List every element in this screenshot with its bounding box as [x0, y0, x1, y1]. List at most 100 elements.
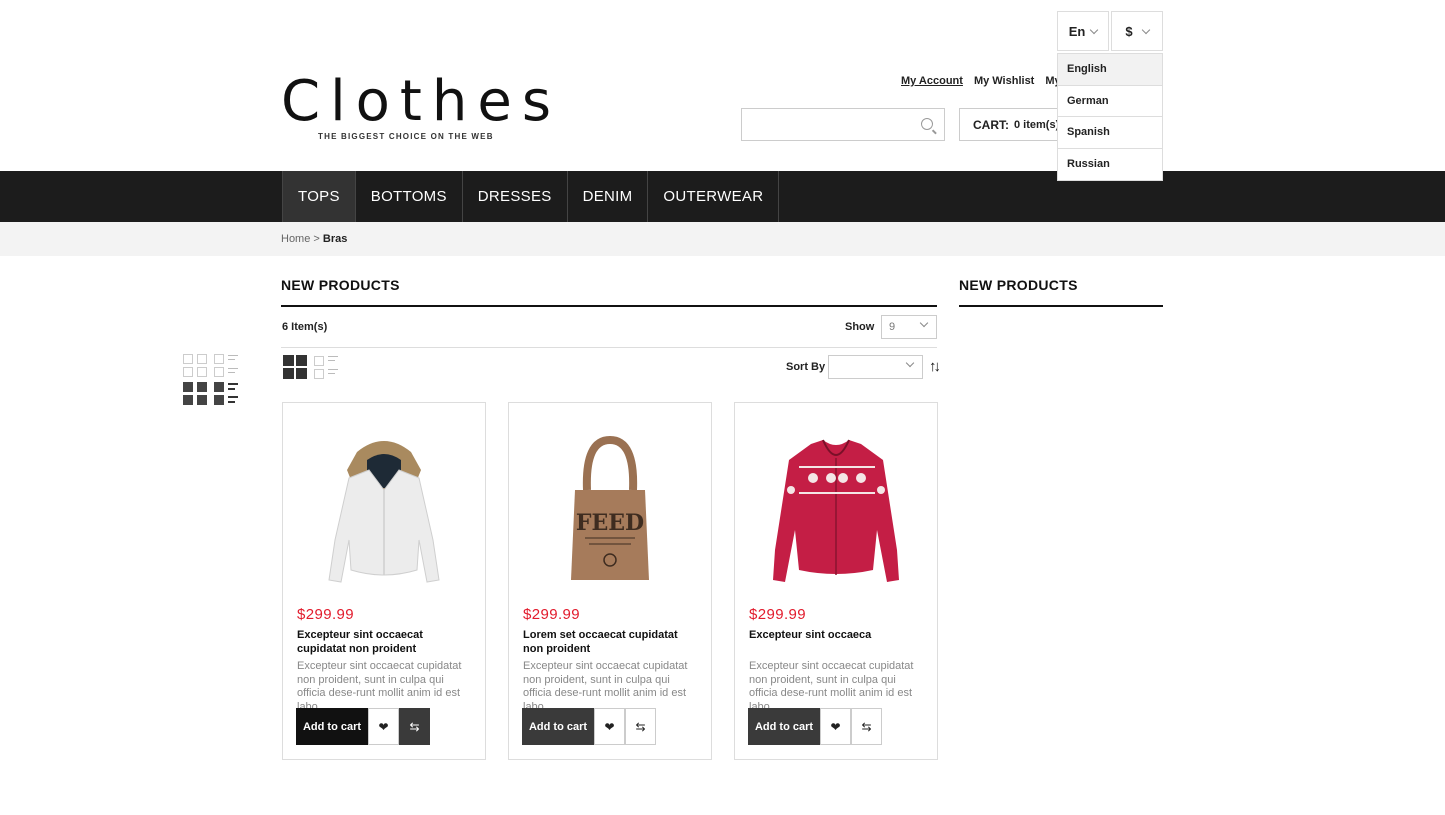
nav-item-bottoms[interactable]: BOTTOMS [354, 171, 462, 222]
list-line [328, 373, 335, 374]
wishlist-heart-icon[interactable]: ❤ [368, 708, 399, 745]
show-per-page-select[interactable]: 9 [881, 315, 937, 339]
nav-item-outerwear[interactable]: OUTERWEAR [647, 171, 780, 222]
grid-cell [183, 367, 193, 377]
chevron-down-icon [919, 318, 929, 328]
account-links: My Account My Wishlist My Ca [901, 75, 1078, 87]
product-actions: Add to cart ❤ ⇆ [522, 708, 656, 745]
breadcrumb-bar [0, 222, 1445, 256]
wishlist-heart-icon[interactable]: ❤ [820, 708, 851, 745]
product-description: Excepteur sint occaecat cupidatat non pr… [749, 660, 914, 713]
language-option-russian[interactable]: Russian [1058, 149, 1162, 181]
chevron-down-icon [1090, 25, 1099, 34]
product-image-feed-tote-bag[interactable]: FEED [509, 417, 711, 602]
grid-cell [296, 368, 307, 379]
search-box [741, 108, 945, 141]
product-description: Excepteur sint occaecat cupidatat non pr… [297, 660, 462, 713]
logo-title: Clothes [281, 69, 561, 134]
sort-by-label: Sort By [786, 361, 826, 373]
list-view-icon[interactable] [314, 355, 340, 379]
product-actions: Add to cart ❤ ⇆ [748, 708, 882, 745]
list-line [228, 359, 235, 360]
chevron-down-icon [1141, 25, 1150, 34]
breadcrumb: Home > Bras [281, 233, 347, 245]
language-option-spanish[interactable]: Spanish [1058, 117, 1162, 149]
list-line [328, 369, 338, 370]
breadcrumb-home[interactable]: Home [281, 233, 310, 245]
product-card: $299.99 Excepteur sint occaeca Excepteur… [734, 402, 938, 760]
grid-cell [283, 368, 294, 379]
sort-by-select[interactable] [828, 355, 923, 379]
toolbar-divider [281, 347, 937, 348]
compare-arrows-icon[interactable]: ⇆ [399, 708, 430, 745]
bag-text: FEED [576, 510, 644, 536]
nav-item-denim[interactable]: DENIM [566, 171, 648, 222]
add-to-cart-button[interactable]: Add to cart [748, 708, 820, 745]
nav-item-dresses[interactable]: DRESSES [461, 171, 567, 222]
list-line [228, 383, 238, 385]
grid-cell [283, 355, 294, 366]
search-input[interactable] [742, 109, 912, 140]
product-name[interactable]: Lorem set occaecat cupidatat non proiden… [523, 628, 699, 656]
list-thumb [314, 356, 324, 366]
list-line [328, 356, 338, 357]
grid-cell [296, 355, 307, 366]
product-image-red-cardigan[interactable] [735, 417, 937, 602]
product-name[interactable]: Excepteur sint occaecat cupidatat non pr… [297, 628, 473, 656]
list-line [228, 401, 235, 403]
grid-cell [197, 382, 207, 392]
list-line [228, 368, 238, 369]
sidebar-section-title: NEW PRODUCTS [959, 277, 1078, 293]
product-image-white-jacket[interactable] [283, 417, 485, 602]
language-option-english[interactable]: English [1058, 54, 1162, 86]
list-line [228, 388, 235, 390]
sidebar-title-rule [959, 305, 1163, 307]
grid-cell [183, 382, 193, 392]
main-nav: TOPS BOTTOMS DRESSES DENIM OUTERWEAR [0, 171, 1445, 222]
items-count: 6 Item(s) [282, 321, 328, 333]
language-dropdown: English German Spanish Russian [1057, 53, 1163, 181]
list-thumb [214, 367, 224, 377]
nav-item-tops[interactable]: TOPS [282, 171, 355, 222]
language-selector[interactable]: En [1057, 11, 1109, 51]
list-thumb [214, 382, 224, 392]
cart-label: CART: [973, 117, 1009, 132]
my-wishlist-link[interactable]: My Wishlist [974, 75, 1034, 87]
list-thumb [214, 354, 224, 364]
main-title-rule [281, 305, 937, 307]
sort-direction-icon[interactable]: ↑↓ [929, 358, 941, 375]
currency-selector[interactable]: $ [1111, 11, 1163, 51]
show-label: Show [845, 321, 875, 333]
product-price: $299.99 [523, 606, 581, 623]
wishlist-heart-icon[interactable]: ❤ [594, 708, 625, 745]
product-price: $299.99 [749, 606, 807, 623]
breadcrumb-current: Bras [322, 233, 348, 245]
grid-cell [197, 367, 207, 377]
compare-arrows-icon[interactable]: ⇆ [625, 708, 656, 745]
product-card: $299.99 Excepteur sint occaecat cupidata… [282, 402, 486, 760]
product-price: $299.99 [297, 606, 355, 623]
grid-cell [197, 395, 207, 405]
list-thumb [214, 395, 224, 405]
grid-cell [183, 395, 193, 405]
list-line [228, 396, 238, 398]
grid-cell [183, 354, 193, 364]
search-icon[interactable] [921, 118, 933, 130]
language-option-german[interactable]: German [1058, 86, 1162, 117]
grid-view-icon[interactable] [283, 355, 307, 379]
compare-arrows-icon[interactable]: ⇆ [851, 708, 882, 745]
add-to-cart-button[interactable]: Add to cart [296, 708, 368, 745]
view-mode-sample-icons [183, 354, 241, 406]
logo[interactable]: Clothes THE BIGGEST CHOICE ON THE WEB [281, 69, 561, 142]
add-to-cart-button[interactable]: Add to cart [522, 708, 594, 745]
cart-summary[interactable]: CART: 0 item(s) - [959, 108, 1069, 141]
list-line [228, 372, 235, 373]
product-actions: Add to cart ❤ ⇆ [296, 708, 430, 745]
language-current: En [1068, 23, 1086, 39]
chevron-down-icon [905, 358, 915, 368]
my-account-link[interactable]: My Account [901, 75, 963, 87]
grid-cell [197, 354, 207, 364]
product-name[interactable]: Excepteur sint occaeca [749, 628, 925, 642]
list-line [328, 360, 335, 361]
currency-current: $ [1125, 23, 1133, 39]
